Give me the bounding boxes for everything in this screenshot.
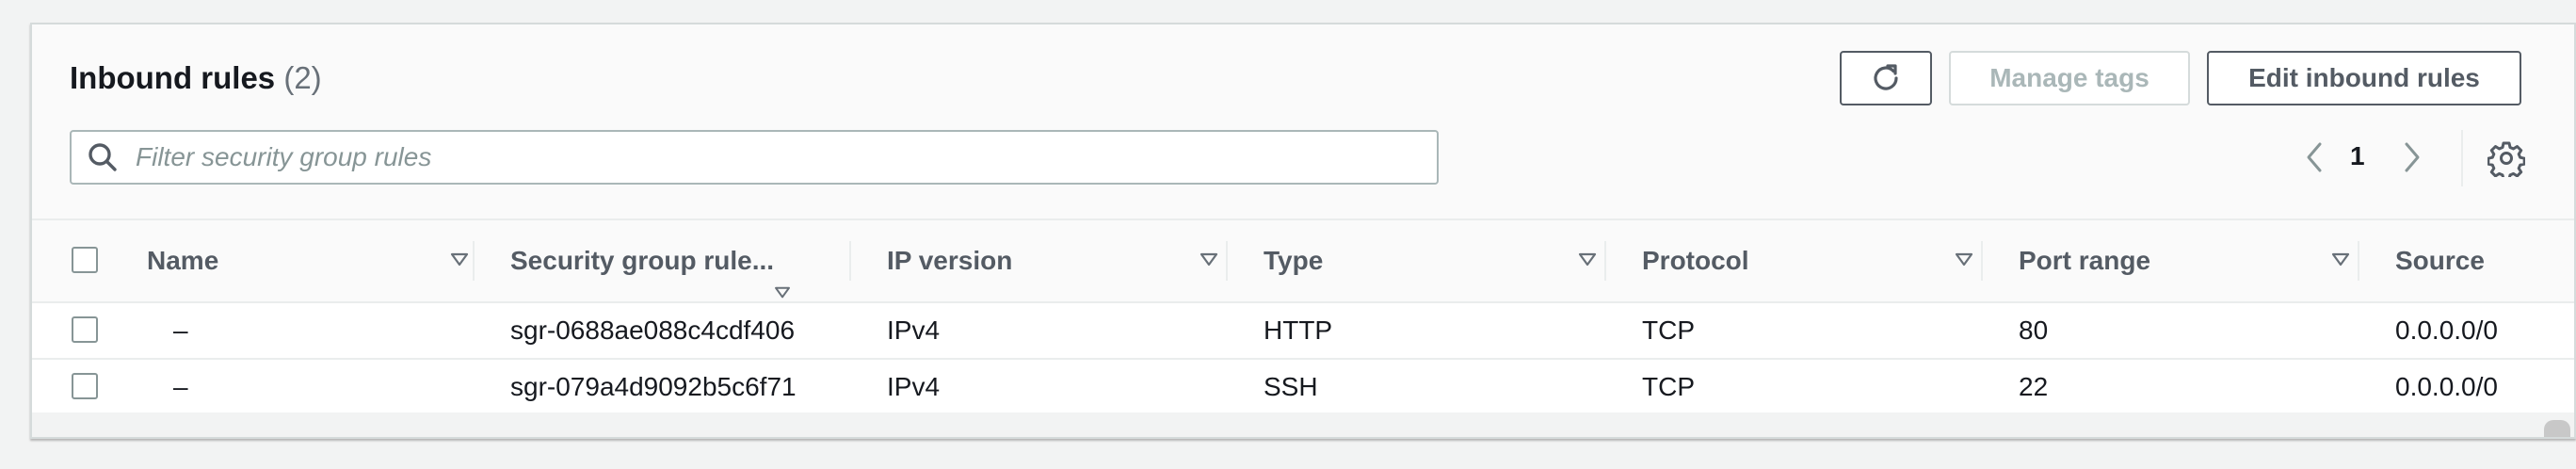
search-icon — [89, 143, 117, 171]
scrollbar-thumb[interactable] — [2544, 420, 2570, 437]
sort-icon — [2331, 252, 2350, 267]
refresh-icon — [1874, 64, 1898, 90]
table-row[interactable]: – sgr-0688ae088c4cdf406 IPv4 HTTP TCP 80… — [32, 303, 2574, 360]
pagination-divider — [2461, 130, 2463, 186]
sort-icon — [450, 252, 469, 267]
column-header-source[interactable]: Source — [2358, 220, 2574, 301]
previous-page-button[interactable] — [2301, 136, 2329, 179]
rule-count: (2) — [283, 60, 322, 95]
column-label: Protocol — [1642, 246, 1749, 275]
chevron-right-icon — [2405, 142, 2420, 172]
cell-protocol: TCP — [1642, 315, 1695, 345]
gear-icon — [2487, 141, 2526, 181]
cell-rule-id: sgr-079a4d9092b5c6f71 — [510, 372, 797, 401]
cell-source: 0.0.0.0/0 — [2395, 372, 2498, 401]
column-divider — [1604, 241, 1606, 281]
current-page-number[interactable]: 1 — [2350, 141, 2365, 171]
column-label: Security group rule... — [510, 246, 775, 275]
cell-type: HTTP — [1264, 315, 1333, 345]
cell-protocol: TCP — [1642, 372, 1695, 401]
panel-title-text: Inbound rules — [70, 60, 276, 95]
cell-name: – — [173, 315, 188, 345]
manage-tags-button[interactable]: Manage tags — [1949, 51, 2190, 105]
column-divider — [1981, 241, 1983, 281]
column-label: Source — [2395, 246, 2485, 275]
column-divider — [1226, 241, 1228, 281]
column-label: Port range — [2019, 246, 2151, 275]
edit-inbound-rules-button[interactable]: Edit inbound rules — [2207, 51, 2521, 105]
cell-source: 0.0.0.0/0 — [2395, 315, 2498, 345]
horizontal-scrollbar[interactable] — [32, 412, 2574, 437]
sort-icon — [1955, 252, 1973, 267]
table-header: Name Security group rule... IP version T… — [32, 218, 2574, 303]
row-checkbox[interactable] — [72, 316, 98, 343]
column-label: Type — [1264, 246, 1324, 275]
column-divider — [849, 241, 851, 281]
column-divider — [473, 241, 475, 281]
chevron-left-icon — [2307, 142, 2322, 172]
row-checkbox[interactable] — [72, 373, 98, 399]
cell-rule-id: sgr-0688ae088c4cdf406 — [510, 315, 796, 345]
select-all-checkbox[interactable] — [72, 247, 98, 273]
panel-title: Inbound rules (2) — [70, 60, 322, 96]
column-header-name[interactable]: Name — [147, 220, 507, 301]
column-label: IP version — [887, 246, 1013, 275]
column-header-security-group-rule[interactable]: Security group rule... — [473, 220, 849, 301]
cell-ip-version: IPv4 — [887, 372, 941, 401]
cell-port-range: 80 — [2019, 315, 2049, 345]
filter-search-box[interactable] — [70, 130, 1439, 185]
column-header-protocol[interactable]: Protocol — [1604, 220, 1981, 301]
column-label: Name — [147, 246, 219, 275]
preferences-button[interactable] — [2487, 139, 2526, 181]
sort-icon — [1578, 252, 1597, 267]
inbound-rules-panel: Inbound rules (2) Manage tags Edit inbou… — [30, 23, 2576, 439]
column-header-type[interactable]: Type — [1226, 220, 1604, 301]
table-row[interactable]: – sgr-079a4d9092b5c6f71 IPv4 SSH TCP 22 … — [32, 360, 2574, 416]
column-divider — [2358, 241, 2359, 281]
cell-ip-version: IPv4 — [887, 315, 941, 345]
sort-icon — [775, 286, 790, 299]
cell-name: – — [173, 372, 188, 401]
cell-port-range: 22 — [2019, 372, 2049, 401]
sort-icon — [1199, 252, 1218, 267]
next-page-button[interactable] — [2397, 136, 2425, 179]
column-header-ip-version[interactable]: IP version — [849, 220, 1226, 301]
column-header-port-range[interactable]: Port range — [1981, 220, 2358, 301]
search-input[interactable] — [134, 141, 1437, 173]
refresh-button[interactable] — [1840, 51, 1932, 105]
cell-type: SSH — [1264, 372, 1318, 401]
